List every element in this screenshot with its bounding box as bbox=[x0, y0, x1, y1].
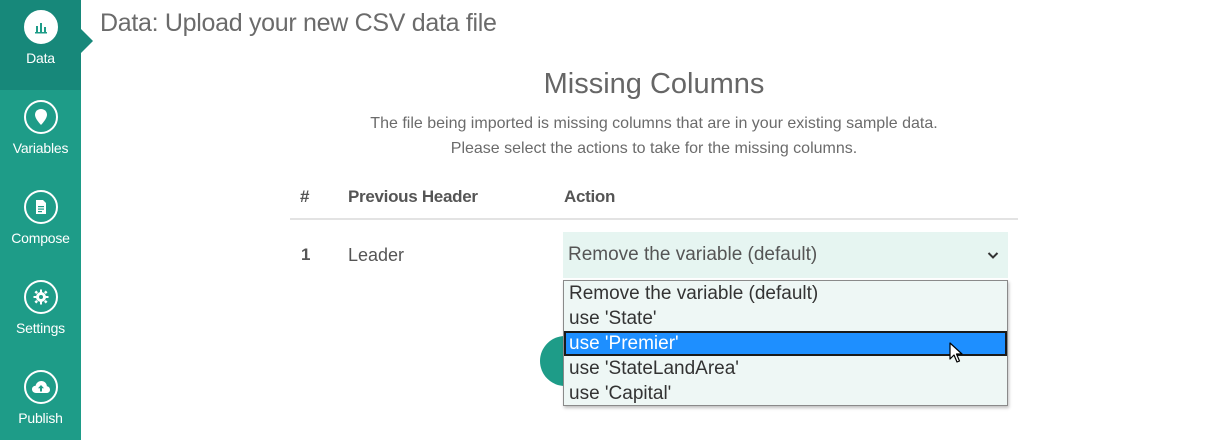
sidebar-item-label: Settings bbox=[16, 320, 65, 336]
action-select-value: Remove the variable (default) bbox=[568, 244, 818, 265]
page-title: Data: Upload your new CSV data file bbox=[100, 9, 497, 37]
map-pin-icon bbox=[23, 100, 58, 134]
header-divider bbox=[290, 218, 1018, 220]
description-line-2: Please select the actions to take for th… bbox=[450, 140, 858, 157]
row-number: 1 bbox=[301, 245, 311, 264]
gear-icon bbox=[23, 280, 58, 314]
dropdown-option-highlighted[interactable]: use 'Premier' bbox=[564, 331, 1007, 356]
active-nav-pointer bbox=[81, 29, 93, 53]
sidebar-item-variables[interactable]: Variables bbox=[0, 90, 81, 180]
cloud-upload-icon bbox=[23, 370, 58, 404]
dropdown-option[interactable]: use 'Capital' bbox=[564, 381, 1007, 406]
sidebar-item-label: Data bbox=[26, 50, 55, 66]
sidebar-item-publish[interactable]: Publish bbox=[0, 360, 81, 440]
sidebar: Data Variables Compose Settings Publish bbox=[0, 0, 81, 440]
sidebar-item-label: Compose bbox=[11, 230, 70, 246]
dropdown-option[interactable]: use 'StateLandArea' bbox=[564, 356, 1007, 381]
bar-chart-icon bbox=[23, 10, 58, 44]
sidebar-item-data[interactable]: Data bbox=[0, 0, 81, 90]
sidebar-item-label: Variables bbox=[12, 140, 69, 156]
sidebar-item-settings[interactable]: Settings bbox=[0, 270, 81, 360]
section-title: Missing Columns bbox=[543, 68, 765, 100]
column-header-action: Action bbox=[564, 187, 616, 206]
sidebar-item-compose[interactable]: Compose bbox=[0, 180, 81, 270]
document-icon bbox=[23, 190, 58, 224]
description-line-1: The file being imported is missing colum… bbox=[370, 115, 938, 132]
chevron-down-icon bbox=[986, 246, 1000, 268]
column-header-number: # bbox=[300, 187, 310, 206]
sidebar-item-label: Publish bbox=[18, 410, 63, 426]
column-header-previous-header: Previous Header bbox=[348, 187, 478, 206]
action-dropdown-list: Remove the variable (default) use 'State… bbox=[563, 280, 1008, 406]
dropdown-option[interactable]: Remove the variable (default) bbox=[564, 281, 1007, 306]
dropdown-option[interactable]: use 'State' bbox=[564, 306, 1007, 331]
mouse-pointer-icon bbox=[949, 342, 963, 363]
action-select[interactable]: Remove the variable (default) bbox=[563, 232, 1008, 278]
row-previous-header: Leader bbox=[348, 245, 405, 265]
